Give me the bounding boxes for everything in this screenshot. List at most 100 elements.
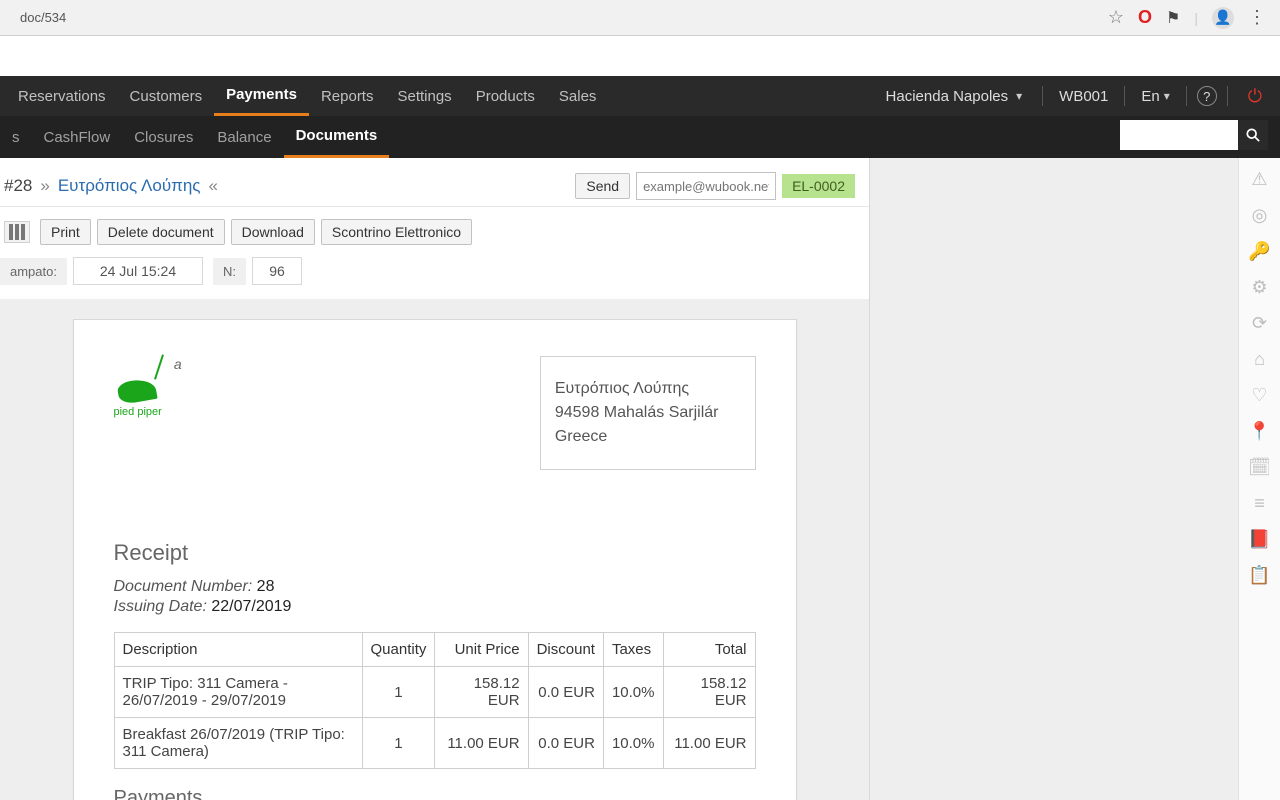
cell-tax: 10.0% xyxy=(603,718,663,769)
stack-icon[interactable]: ≡ xyxy=(1247,490,1273,516)
document-title: Receipt xyxy=(114,540,756,566)
n-label: N: xyxy=(213,258,246,285)
cell-tax: 10.0% xyxy=(603,667,663,718)
th-total: Total xyxy=(663,633,755,667)
cell-unit: 11.00 EUR xyxy=(435,718,528,769)
issue-value: 22/07/2019 xyxy=(211,598,291,615)
divider xyxy=(1124,86,1125,106)
th-unitprice: Unit Price xyxy=(435,633,528,667)
items-table: Description Quantity Unit Price Discount… xyxy=(114,632,756,769)
breadcrumb-id: #28 xyxy=(4,176,32,196)
cell-desc: Breakfast 26/07/2019 (TRIP Tipo: 311 Cam… xyxy=(114,718,362,769)
delete-button[interactable]: Delete document xyxy=(97,219,225,245)
url-field[interactable]: doc/534 xyxy=(8,6,1108,30)
th-quantity: Quantity xyxy=(362,633,435,667)
divider xyxy=(1042,86,1043,106)
print-button[interactable]: Print xyxy=(40,219,91,245)
nav-sales[interactable]: Sales xyxy=(547,76,609,116)
search-button[interactable] xyxy=(1238,120,1268,150)
gear-icon[interactable]: ⚙ xyxy=(1247,274,1273,300)
columns-icon[interactable] xyxy=(4,221,30,243)
bookmark-icon[interactable]: ☆ xyxy=(1108,7,1124,28)
receipt-badge: EL-0002 xyxy=(782,174,855,198)
subnav-balance[interactable]: Balance xyxy=(205,116,283,158)
issue-row: Issuing Date: 22/07/2019 xyxy=(114,598,756,616)
table-row: Breakfast 26/07/2019 (TRIP Tipo: 311 Cam… xyxy=(114,718,755,769)
cell-qty: 1 xyxy=(362,667,435,718)
nav-reports[interactable]: Reports xyxy=(309,76,386,116)
alert-icon[interactable]: ⚠ xyxy=(1247,166,1273,192)
docnum-label: Document Number: xyxy=(114,578,253,595)
property-selector[interactable]: Hacienda Napoles xyxy=(876,88,1033,105)
right-dock: ⚠ ◎ 🔑 ⚙ ⟳ ⌂ ♡ 📍 🗓 ≡ 📕 📋 xyxy=(1238,158,1280,800)
client-address: 94598 Mahalás Sarjilár xyxy=(555,401,719,425)
subnav-closures[interactable]: Closures xyxy=(122,116,205,158)
cell-disc: 0.0 EUR xyxy=(528,718,603,769)
search-icon xyxy=(1246,128,1260,142)
client-name: Ευτρόπιος Λούπης xyxy=(555,377,719,401)
heart-icon[interactable]: ♡ xyxy=(1247,382,1273,408)
opera-icon[interactable]: O xyxy=(1138,7,1152,28)
clipboard-icon[interactable]: 📋 xyxy=(1247,562,1273,588)
cell-qty: 1 xyxy=(362,718,435,769)
nav-payments[interactable]: Payments xyxy=(214,76,309,116)
logo: pied piper xyxy=(114,356,162,418)
home-icon[interactable]: ⌂ xyxy=(1247,346,1273,372)
scontrino-button[interactable]: Scontrino Elettronico xyxy=(321,219,472,245)
breadcrumb: #28 » Ευτρόπιος Λούπης « xyxy=(4,176,218,196)
th-description: Description xyxy=(114,633,362,667)
help-icon[interactable]: ? xyxy=(1197,86,1217,106)
cell-unit: 158.12 EUR xyxy=(435,667,528,718)
side-gray xyxy=(870,158,1238,800)
download-button[interactable]: Download xyxy=(231,219,315,245)
nav-settings[interactable]: Settings xyxy=(385,76,463,116)
divider xyxy=(1186,86,1187,106)
gap xyxy=(0,36,1280,76)
logo-text: pied piper xyxy=(114,406,162,418)
email-input[interactable] xyxy=(636,172,776,200)
language-selector[interactable]: En xyxy=(1135,88,1175,105)
breadcrumb-sep: » xyxy=(40,176,49,196)
cell-total: 11.00 EUR xyxy=(663,718,755,769)
cell-disc: 0.0 EUR xyxy=(528,667,603,718)
nav-customers[interactable]: Customers xyxy=(118,76,215,116)
n-value: 96 xyxy=(252,257,302,285)
pin-icon[interactable]: 📍 xyxy=(1247,418,1273,444)
client-country: Greece xyxy=(555,425,719,449)
main-panel: #28 » Ευτρόπιος Λούπης « Send EL-0002 Pr… xyxy=(0,158,870,800)
account-label[interactable]: WB001 xyxy=(1053,88,1114,105)
document: pied piper a Ευτρόπιος Λούπης 94598 Maha… xyxy=(73,319,797,800)
book-icon[interactable]: 📕 xyxy=(1247,526,1273,552)
refresh-icon[interactable]: ⟳ xyxy=(1247,310,1273,336)
breadcrumb-sep: « xyxy=(209,176,218,196)
toolbar: Print Delete document Download Scontrino… xyxy=(0,207,869,253)
browser-extension-icon[interactable]: ⚑ xyxy=(1166,8,1180,28)
kebab-icon[interactable]: ⋮ xyxy=(1248,7,1266,28)
cell-desc: TRIP Tipo: 311 Camera - 26/07/2019 - 29/… xyxy=(114,667,362,718)
subnav-cashflow[interactable]: CashFlow xyxy=(32,116,123,158)
subnav-documents[interactable]: Documents xyxy=(284,116,390,158)
nav-products[interactable]: Products xyxy=(464,76,547,116)
cell-total: 158.12 EUR xyxy=(663,667,755,718)
profile-icon[interactable]: 👤 xyxy=(1212,7,1234,29)
browser-bar: doc/534 ☆ O ⚑ | 👤 ⋮ xyxy=(0,0,1280,36)
table-row: TRIP Tipo: 311 Camera - 26/07/2019 - 29/… xyxy=(114,667,755,718)
meta-row: ampato: 24 Jul 15:24 N: 96 xyxy=(0,253,869,299)
issue-label: Issuing Date: xyxy=(114,598,207,615)
printed-value: 24 Jul 15:24 xyxy=(73,257,203,285)
client-box: Ευτρόπιος Λούπης 94598 Mahalás Sarjilár … xyxy=(540,356,756,470)
nav-reservations[interactable]: Reservations xyxy=(6,76,118,116)
logo-side-text: a xyxy=(174,356,182,372)
breadcrumb-customer-link[interactable]: Ευτρόπιος Λούπης xyxy=(58,176,201,196)
search-input[interactable] xyxy=(1120,120,1238,150)
send-button[interactable]: Send xyxy=(575,173,630,199)
subnav-cut[interactable]: s xyxy=(0,116,32,158)
divider: | xyxy=(1194,10,1198,26)
target-icon[interactable]: ◎ xyxy=(1247,202,1273,228)
th-discount: Discount xyxy=(528,633,603,667)
calendar-icon[interactable]: 🗓 xyxy=(1247,454,1273,480)
key-icon[interactable]: 🔑 xyxy=(1247,238,1273,264)
top-nav-items: Reservations Customers Payments Reports … xyxy=(0,76,608,116)
top-nav: Reservations Customers Payments Reports … xyxy=(0,76,1280,116)
power-icon[interactable]: ⏻ xyxy=(1238,86,1272,107)
